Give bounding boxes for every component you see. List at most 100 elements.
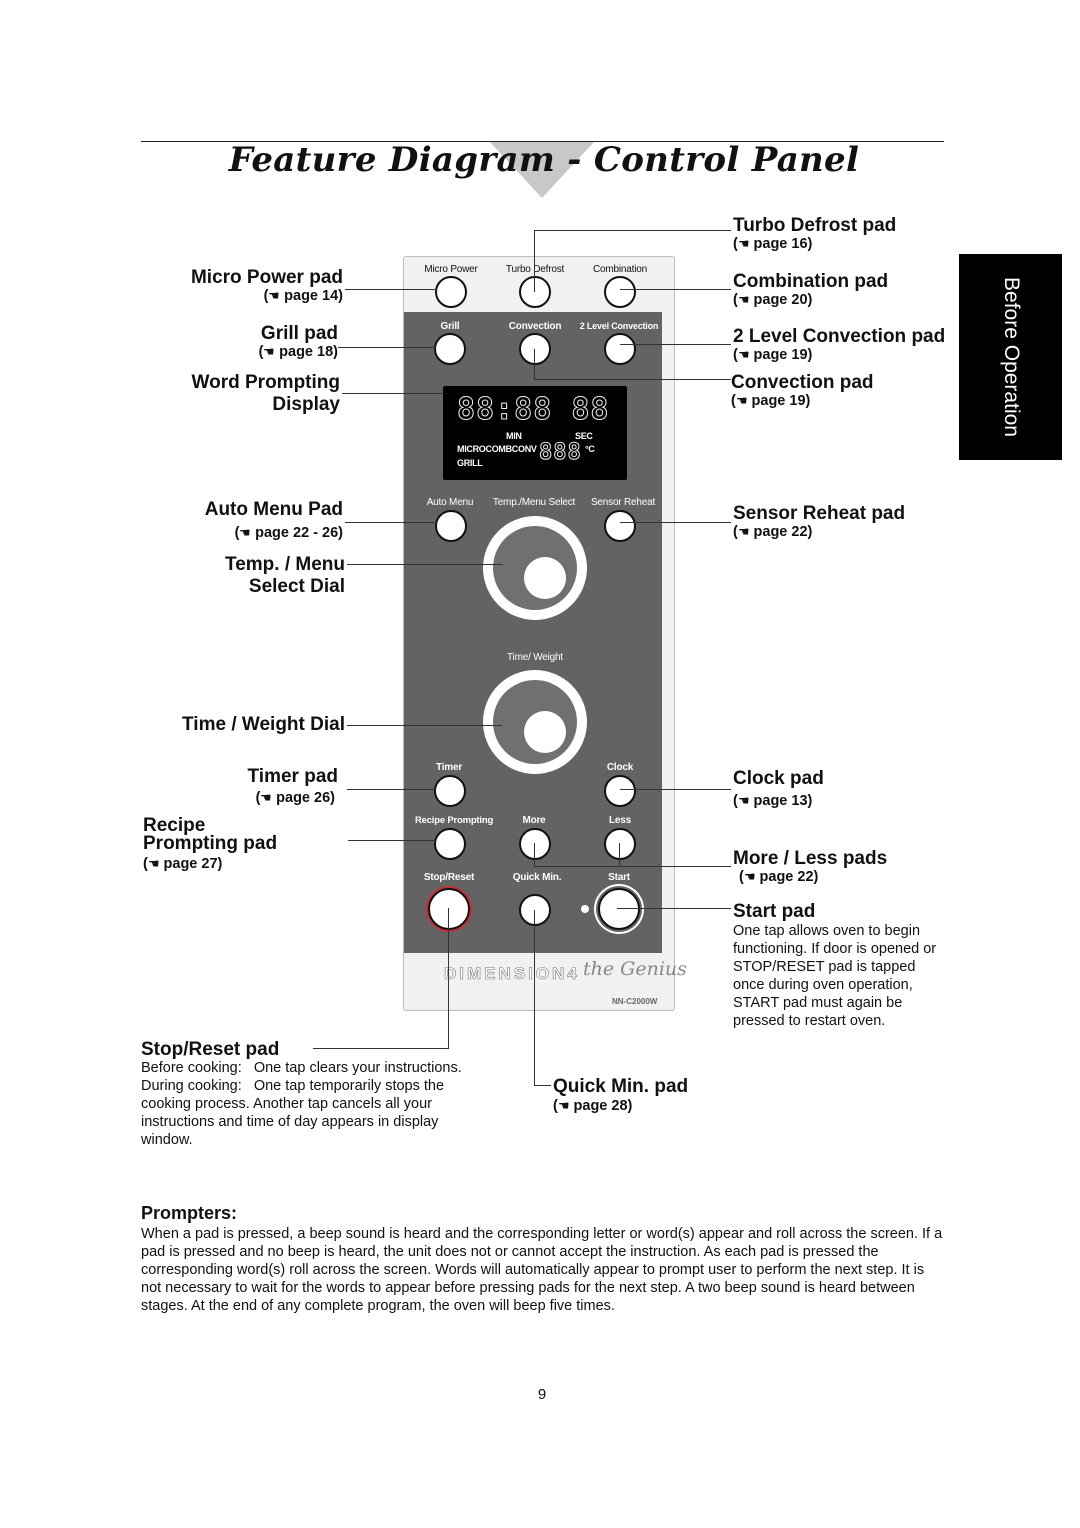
pad-label-start: Start — [608, 872, 630, 883]
time-weight-dial[interactable] — [483, 670, 587, 774]
pad-label-recipe-prompting: Recipe Prompting — [414, 815, 494, 826]
callout-temp-menu: Temp. / Menu — [225, 554, 345, 575]
callout-clock: Clock pad — [733, 768, 824, 789]
callout-start-description: One tap allows oven to begin functioning… — [733, 923, 937, 1029]
grill-pad[interactable] — [434, 333, 466, 365]
pad-label-combination: Combination — [593, 264, 647, 275]
page-ref: page 19 — [753, 347, 808, 363]
page-ref: page 22 - 26 — [255, 525, 339, 541]
sensor-reheat-pad[interactable] — [604, 510, 636, 542]
callout-auto-menu-page: (☛ page 22 - 26) — [234, 525, 343, 541]
callout-sensor-reheat: Sensor Reheat pad — [733, 503, 906, 524]
pad-label-time-weight: Time/ Weight — [507, 652, 563, 663]
recipe-prompting-pad[interactable] — [434, 828, 466, 860]
leader-line — [534, 866, 731, 867]
clock-pad[interactable] — [604, 775, 636, 807]
page-ref: page 20 — [753, 292, 808, 308]
callout-stop-reset-line4: instructions and time of day appears in … — [141, 1114, 439, 1130]
leader-line — [448, 908, 449, 1048]
prompters-heading: Prompters: — [141, 1203, 238, 1223]
micro-power-pad[interactable] — [435, 276, 467, 308]
display-modes: MICROCOMBCONV — [457, 444, 537, 454]
pad-label-sensor-reheat: Sensor Reheat — [590, 497, 656, 508]
pad-label-stop-reset: Stop/Reset — [423, 872, 475, 883]
page-ref: page 26 — [276, 790, 331, 806]
callout-micro-power-page: (☛ page 14) — [263, 288, 343, 304]
indicator-light — [581, 905, 589, 913]
display-grill: GRILL — [457, 458, 483, 468]
brand-logo: DIMENSION4 — [444, 964, 580, 984]
pointing-hand-icon: ☛ — [737, 347, 750, 362]
display-min: MIN — [506, 431, 522, 441]
pad-label-clock: Clock — [606, 762, 634, 773]
callout-turbo-defrost-page: (☛ page 16) — [733, 236, 813, 252]
turbo-defrost-pad[interactable] — [519, 276, 551, 308]
page-title: Feature Diagram - Control Panel — [228, 140, 860, 180]
pad-label-quick-min: Quick Min. — [512, 872, 562, 883]
prompters-body: When a pad is pressed, a beep sound is h… — [141, 1226, 943, 1314]
display-digits: 88:88 88 — [457, 392, 610, 428]
word-prompting-display: 88:88 88 MIN SEC MICROCOMBCONV GRILL 888… — [443, 386, 627, 480]
page-ref: page 19 — [751, 393, 806, 409]
callout-recipe-page: (☛ page 27) — [143, 856, 223, 872]
page-ref: page 14 — [284, 288, 339, 304]
dial-ring — [493, 680, 577, 764]
callout-start: Start pad — [733, 901, 816, 922]
pad-label-temp-menu-select: Temp./Menu Select — [492, 497, 576, 508]
convection-pad[interactable] — [519, 333, 551, 365]
page-ref: page 16 — [753, 236, 808, 252]
callout-stop-reset-line5: window. — [141, 1132, 193, 1148]
pointing-hand-icon: ☛ — [147, 856, 160, 871]
leader-line — [534, 843, 535, 866]
pointing-hand-icon: ☛ — [737, 793, 750, 808]
pointing-hand-icon: ☛ — [735, 393, 748, 408]
pad-label-timer: Timer — [435, 762, 463, 773]
display-temp-digits: 888 — [539, 440, 582, 466]
stop-reset-pad[interactable] — [428, 888, 470, 930]
leader-line — [534, 230, 731, 231]
leader-line — [620, 289, 731, 290]
callout-timer-page: (☛ page 26) — [255, 790, 335, 806]
leader-line — [620, 344, 731, 345]
leader-line — [534, 379, 731, 380]
temp-menu-select-dial[interactable] — [483, 516, 587, 620]
callout-auto-menu: Auto Menu Pad — [204, 499, 343, 520]
pointing-hand-icon: ☛ — [239, 525, 252, 540]
quick-min-pad[interactable] — [519, 894, 551, 926]
start-pad[interactable] — [598, 888, 640, 930]
page-ref: page 28 — [573, 1098, 628, 1114]
leader-line — [534, 349, 535, 379]
callout-convection-page: (☛ page 19) — [731, 393, 811, 409]
combination-pad[interactable] — [604, 276, 636, 308]
leader-line — [347, 725, 502, 726]
less-pad[interactable] — [604, 828, 636, 860]
leader-line — [620, 522, 731, 523]
pointing-hand-icon: ☛ — [737, 524, 750, 539]
more-pad[interactable] — [519, 828, 551, 860]
pointing-hand-icon: ☛ — [737, 236, 750, 251]
callout-temp-menu-2: Select Dial — [248, 576, 345, 597]
leader-line — [342, 393, 444, 394]
leader-line — [620, 789, 731, 790]
display-temp-unit: °C — [585, 444, 595, 454]
pad-label-turbo-defrost: Turbo Defrost — [505, 264, 565, 275]
leader-line — [534, 230, 535, 292]
callout-micro-power: Micro Power pad — [190, 267, 343, 288]
callout-recipe-2: Prompting pad — [143, 833, 278, 854]
pad-label-grill: Grill — [440, 321, 460, 332]
callout-word-prompting: Word Prompting — [191, 372, 340, 393]
callout-clock-page: (☛ page 13) — [733, 793, 813, 809]
auto-menu-pad[interactable] — [435, 510, 467, 542]
dial-knob — [524, 557, 566, 599]
callout-combination: Combination pad — [733, 271, 889, 292]
pad-label-more: More — [522, 815, 546, 826]
page-ref: page 27 — [163, 856, 218, 872]
callout-timer: Timer pad — [247, 766, 338, 787]
callout-time-weight: Time / Weight Dial — [182, 714, 345, 735]
pointing-hand-icon: ☛ — [260, 790, 273, 805]
timer-pad[interactable] — [434, 775, 466, 807]
callout-combination-page: (☛ page 20) — [733, 292, 813, 308]
page-number: 9 — [537, 1386, 547, 1403]
2-level-convection-pad[interactable] — [604, 333, 636, 365]
page-ref: page 13 — [753, 793, 808, 809]
